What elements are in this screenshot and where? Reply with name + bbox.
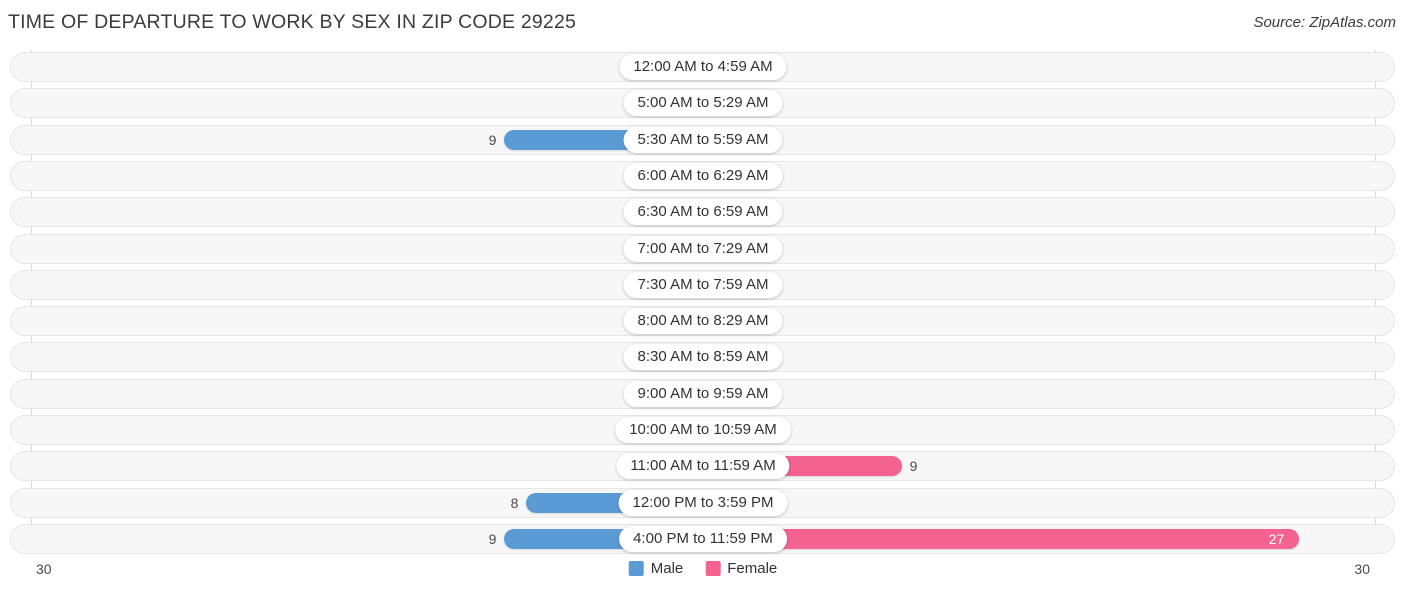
category-label: 9:00 AM to 9:59 AM — [623, 380, 783, 407]
category-label: 5:00 AM to 5:29 AM — [623, 90, 783, 117]
bar-value-male: 9 — [488, 131, 497, 148]
table-row: 007:00 AM to 7:29 AM — [10, 233, 1395, 264]
table-row: 008:30 AM to 8:59 AM — [10, 342, 1395, 373]
category-label: 5:30 AM to 5:59 AM — [623, 126, 783, 153]
category-label: 12:00 PM to 3:59 PM — [618, 489, 788, 516]
table-row: 009:00 AM to 9:59 AM — [10, 378, 1395, 409]
bar-value-male: 8 — [510, 494, 519, 511]
category-label: 7:30 AM to 7:59 AM — [623, 271, 783, 298]
chart-footer: 30 30 Male Female — [0, 551, 1406, 595]
legend-swatch-icon — [628, 561, 644, 576]
page-title: TIME OF DEPARTURE TO WORK BY SEX IN ZIP … — [8, 11, 577, 33]
category-label: 6:00 AM to 6:29 AM — [623, 162, 783, 189]
category-label: 11:00 AM to 11:59 AM — [616, 453, 790, 480]
bar-value-female: 27 — [1268, 530, 1285, 547]
legend-swatch-icon — [705, 561, 721, 576]
source-attribution: Source: ZipAtlas.com — [1253, 14, 1396, 31]
bar-value-female: 9 — [909, 458, 918, 475]
legend-item[interactable]: Male — [628, 560, 684, 577]
table-row: 0010:00 AM to 10:59 AM — [10, 415, 1395, 445]
category-label: 12:00 AM to 4:59 AM — [619, 54, 787, 80]
legend-label: Male — [650, 560, 684, 577]
legend-label: Female — [727, 560, 778, 577]
table-row: 007:30 AM to 7:59 AM — [10, 269, 1395, 300]
chart-legend: Male Female — [628, 560, 777, 577]
category-label: 8:00 AM to 8:29 AM — [623, 308, 783, 335]
table-row: 905:30 AM to 5:59 AM — [10, 124, 1395, 155]
table-row: 006:30 AM to 6:59 AM — [10, 197, 1395, 228]
axis-tick-left: 30 — [36, 561, 52, 577]
bar-value-male: 9 — [488, 530, 497, 547]
chart-header: TIME OF DEPARTURE TO WORK BY SEX IN ZIP … — [0, 0, 1406, 46]
category-label: 7:00 AM to 7:29 AM — [623, 235, 783, 262]
category-label: 8:30 AM to 8:59 AM — [623, 344, 783, 371]
category-label: 6:30 AM to 6:59 AM — [623, 199, 783, 226]
axis-tick-right: 30 — [1354, 561, 1370, 577]
chart-plot-area: 0012:00 AM to 4:59 AM 005:00 AM to 5:29 A… — [0, 46, 1406, 554]
table-row: 9 27 4:00 PM to 11:59 PM — [10, 523, 1395, 554]
table-row: 0911:00 AM to 11:59 AM — [10, 451, 1395, 482]
category-label: 4:00 PM to 11:59 PM — [619, 525, 787, 552]
table-row: 8012:00 PM to 3:59 PM — [10, 487, 1395, 518]
legend-item[interactable]: Female — [705, 560, 777, 577]
category-label: 10:00 AM to 10:59 AM — [615, 417, 791, 443]
table-row: 006:00 AM to 6:29 AM — [10, 160, 1395, 191]
table-row: 0012:00 AM to 4:59 AM — [10, 52, 1395, 82]
bar-female[interactable] — [703, 528, 1299, 549]
table-row: 008:00 AM to 8:29 AM — [10, 306, 1395, 337]
table-row: 005:00 AM to 5:29 AM — [10, 88, 1395, 119]
